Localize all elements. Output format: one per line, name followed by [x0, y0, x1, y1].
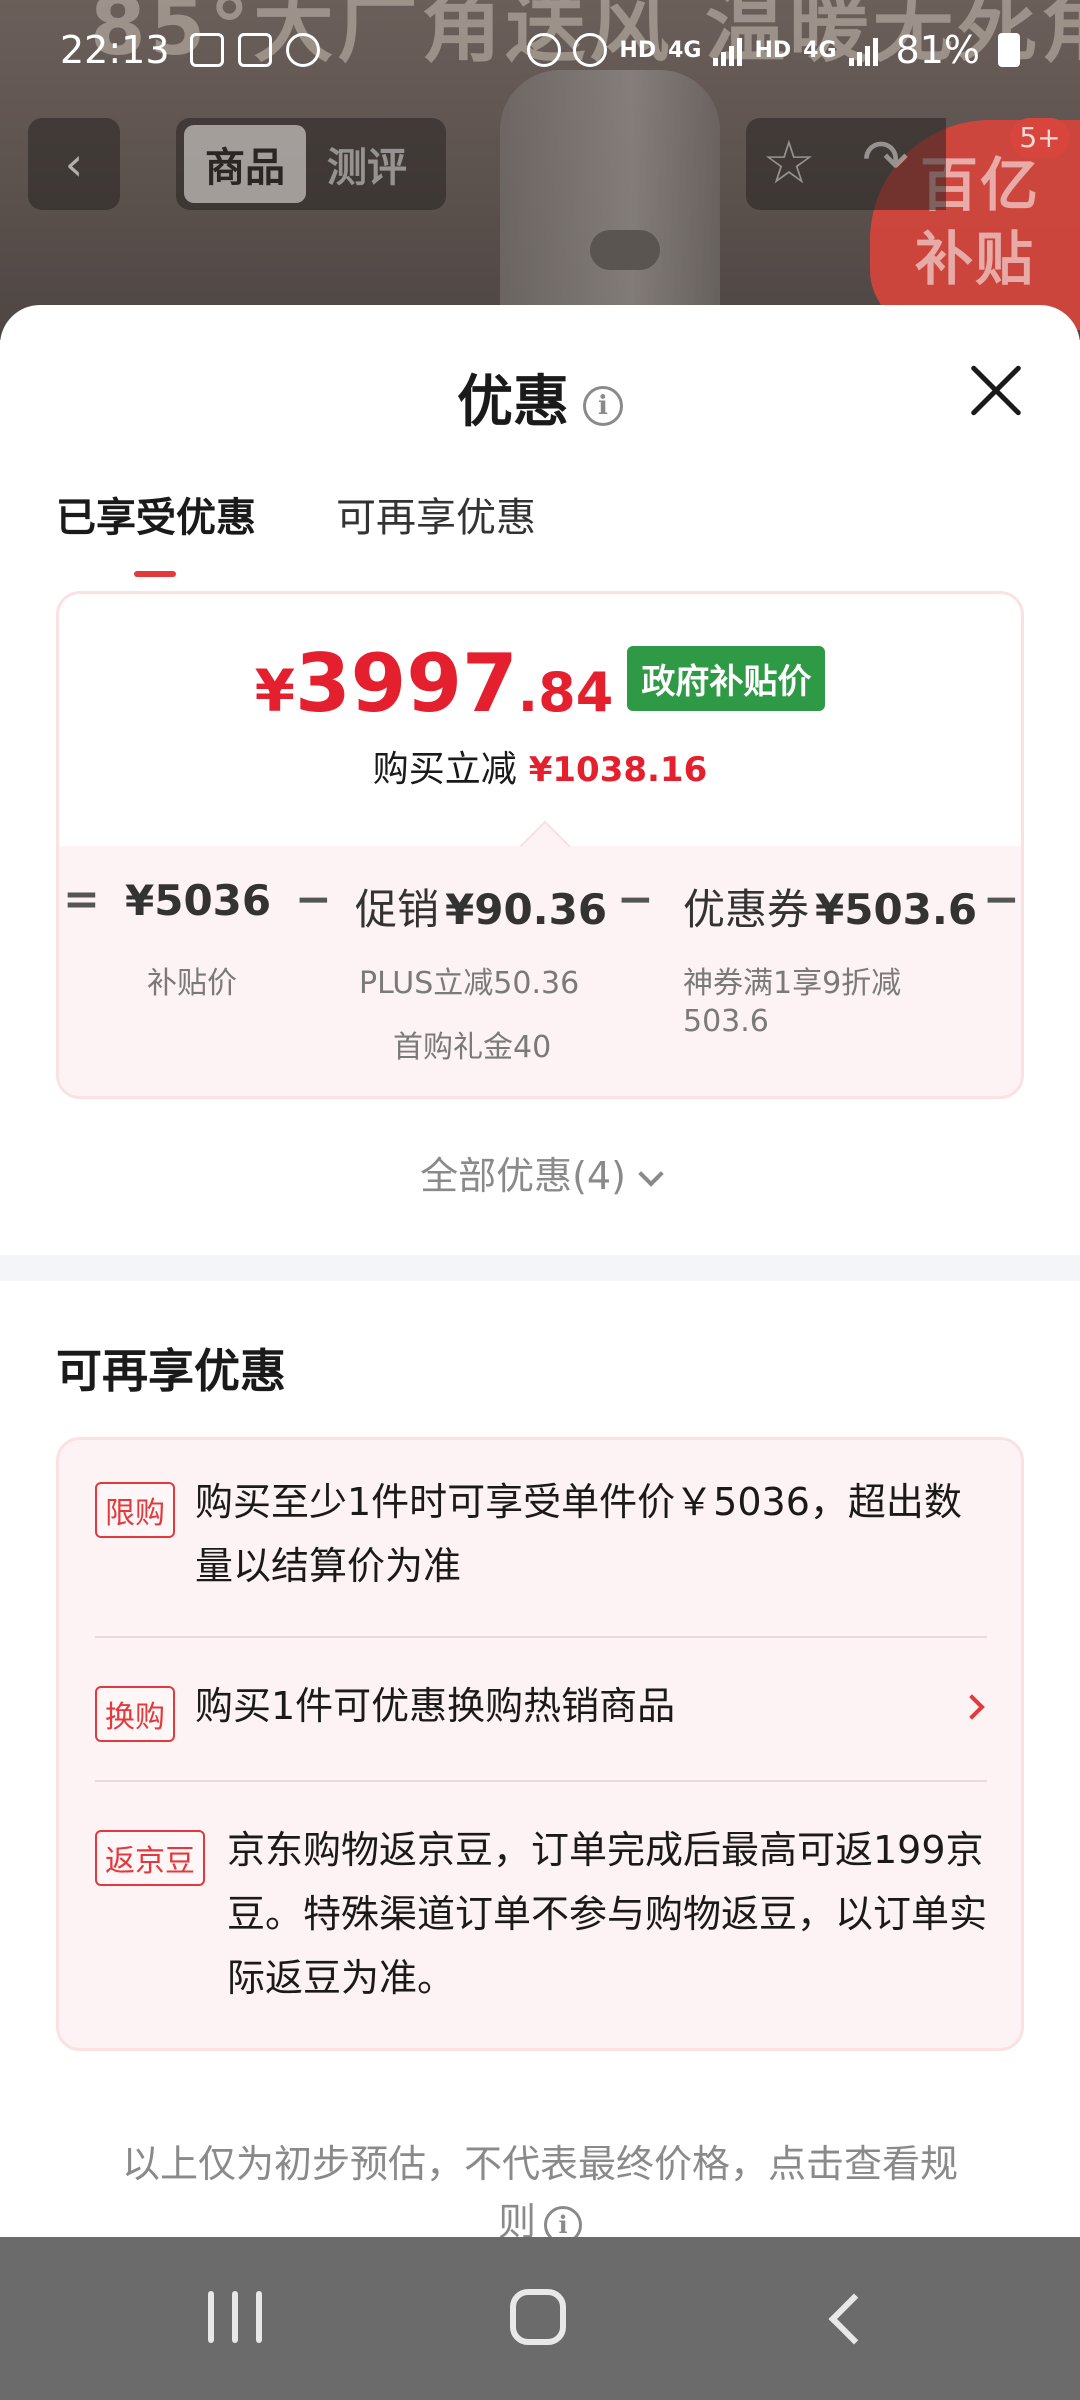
- coupon-value: ¥503.6: [815, 885, 978, 934]
- price-disclaimer[interactable]: 以上仅为初步预估，不代表最终价格，点击查看规则 i: [110, 2135, 970, 2237]
- all-discounts-label: 全部优惠(4): [420, 1154, 626, 1198]
- status-bar: 22:13 HD 4G HD 4G 81%: [0, 0, 1080, 100]
- more-offers-card: 限购 购买至少1件时可享受单件价￥5036，超出数量以结算价为准 换购 购买1件…: [56, 1437, 1024, 2051]
- back-button[interactable]: ‹: [28, 118, 120, 210]
- tab-product[interactable]: 商品: [184, 125, 306, 203]
- status-time: 22:13: [60, 28, 170, 72]
- save-value: ¥1038.16: [528, 750, 708, 790]
- close-button[interactable]: [960, 355, 1032, 427]
- minus-sign-2: −: [617, 874, 654, 925]
- back-arrow-icon: ‹: [64, 137, 84, 191]
- app-notification-icon: [285, 33, 320, 67]
- sheet-header: 优惠 i: [0, 357, 1080, 438]
- discount-sheet: 优惠 i 已享受优惠 可再享优惠 ¥3997.84 政府补贴价 购买立减 ¥1038…: [0, 305, 1080, 2237]
- recents-icon[interactable]: [208, 2291, 262, 2343]
- gallery-icon: [189, 33, 224, 67]
- alarm-icon: [573, 33, 608, 67]
- all-discounts-toggle[interactable]: 全部优惠(4): [0, 1145, 1080, 1200]
- final-price-row: ¥3997.84 政府补贴价: [59, 644, 1021, 725]
- network-label-1: 4G: [668, 37, 702, 63]
- promo-label: 促销: [355, 885, 440, 934]
- price-breakdown: = ¥5036 补贴价 − 促销 ¥90.36 PLUS立减50.36 首购礼金4…: [59, 846, 1021, 1096]
- hd-label-2: HD: [754, 37, 792, 63]
- status-notification-icons: [189, 33, 320, 67]
- background-product-detail: [590, 230, 660, 270]
- status-system-icons: HD 4G HD 4G 81%: [527, 28, 1020, 72]
- background-product-image: [500, 70, 720, 340]
- product-tabs: 商品 测评: [176, 118, 446, 210]
- offer-trade-in[interactable]: 换购 购买1件可优惠换购热销商品: [95, 1680, 987, 1760]
- tab-more-discounts[interactable]: 可再享优惠: [336, 485, 536, 577]
- offer-text-limit: 购买至少1件时可享受单件价￥5036，超出数量以结算价为准: [195, 1480, 962, 1588]
- info-icon[interactable]: i: [583, 385, 623, 426]
- offer-tag-limit: 限购: [95, 1482, 175, 1538]
- chevron-right-icon: [959, 1694, 985, 1720]
- save-row: 购买立减 ¥1038.16: [59, 740, 1021, 792]
- offer-text-trade: 购买1件可优惠换购热销商品: [195, 1684, 676, 1728]
- save-label: 购买立减: [372, 749, 517, 790]
- battery-percent: 81%: [895, 28, 980, 72]
- clock-app-icon: [237, 33, 272, 67]
- promo-detail-2: 首购礼金40: [393, 1030, 552, 1065]
- offer-jd-beans: 返京豆 京东购物返京豆，订单完成后最高可返199京豆。特殊渠道订单不参与购物返豆…: [95, 1824, 987, 2024]
- section-divider: [0, 1255, 1080, 1281]
- favorite-star-icon[interactable]: ☆: [762, 128, 816, 198]
- signal-icon-2: [848, 34, 878, 66]
- battery-icon: [998, 33, 1020, 67]
- offer-tag-trade: 换购: [95, 1686, 175, 1742]
- offer-tag-beans: 返京豆: [95, 1830, 205, 1886]
- discount-tabs: 已享受优惠 可再享优惠: [56, 485, 536, 577]
- network-label-2: 4G: [803, 37, 837, 63]
- system-nav-bar: [0, 2237, 1080, 2400]
- base-price-value: ¥5036: [125, 876, 272, 925]
- subsidy-badge-line2: 补贴: [915, 225, 1036, 293]
- promo-value: ¥90.36: [445, 885, 608, 934]
- tab-review[interactable]: 测评: [306, 125, 428, 203]
- coupon-detail-2: 503.6: [683, 1004, 769, 1039]
- equals-sign: =: [63, 874, 100, 925]
- minus-sign-1: −: [295, 874, 332, 925]
- offer-text-beans: 京东购物返京豆，订单完成后最高可返199京豆。特殊渠道订单不参与购物返豆，以订单…: [227, 1828, 988, 2000]
- coupon-amount: 优惠券 ¥503.6: [683, 876, 977, 937]
- more-discounts-title: 可再享优惠: [56, 1344, 286, 1398]
- price-summary-card: ¥3997.84 政府补贴价 购买立减 ¥1038.16 = ¥5036 补贴价 …: [56, 591, 1024, 1099]
- chevron-down-icon: [638, 1161, 664, 1187]
- coupon-detail-1: 神券满1享9折减: [683, 966, 902, 1001]
- hd-label-1: HD: [619, 37, 657, 63]
- minus-sign-3: −: [983, 874, 1020, 925]
- offer-divider-2: [95, 1780, 987, 1782]
- recycle-icon: [527, 33, 562, 67]
- coupon-label: 优惠券: [683, 885, 810, 934]
- sheet-title: 优惠: [457, 370, 569, 435]
- disclaimer-text: 以上仅为初步预估，不代表最终价格，点击查看规则: [121, 2142, 958, 2237]
- promo-amount: 促销 ¥90.36: [355, 876, 607, 937]
- tab-enjoyed-discounts[interactable]: 已享受优惠: [56, 485, 256, 577]
- back-nav-icon[interactable]: [828, 2293, 880, 2345]
- message-count-badge: 5+: [1010, 118, 1070, 158]
- home-icon[interactable]: [510, 2289, 566, 2345]
- offer-divider-1: [95, 1636, 987, 1638]
- base-price-label: 补贴价: [147, 966, 237, 1001]
- gov-subsidy-tag: 政府补贴价: [627, 646, 826, 711]
- offer-purchase-limit: 限购 购买至少1件时可享受单件价￥5036，超出数量以结算价为准: [95, 1476, 987, 1606]
- signal-icon-1: [713, 34, 743, 66]
- price-top: ¥3997.84 政府补贴价 购买立减 ¥1038.16: [59, 594, 1021, 846]
- rules-info-icon: i: [544, 2205, 582, 2237]
- promo-detail-1: PLUS立减50.36: [359, 966, 580, 1001]
- share-icon[interactable]: ↷: [862, 128, 909, 193]
- final-price: ¥3997.84: [254, 637, 614, 730]
